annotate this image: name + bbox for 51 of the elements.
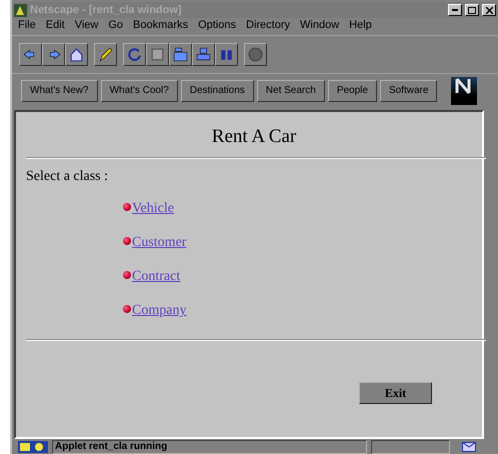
- bullet-icon: [123, 305, 131, 313]
- stop-icon: [247, 46, 264, 63]
- menu-item[interactable]: Directory: [246, 19, 290, 31]
- print-button[interactable]: [192, 43, 215, 66]
- menu-item[interactable]: View: [74, 19, 98, 31]
- prompt-text: Select a class :: [26, 169, 110, 185]
- menu-item[interactable]: Help: [349, 19, 372, 31]
- page-heading: Rent A Car: [210, 125, 298, 149]
- maximize-button[interactable]: [465, 4, 479, 16]
- directory-button[interactable]: What's New?: [21, 80, 98, 102]
- forward-button[interactable]: [42, 43, 65, 66]
- class-link[interactable]: Contract: [132, 269, 180, 285]
- reload-icon: [126, 46, 143, 63]
- edit-button[interactable]: [94, 43, 117, 66]
- back-button[interactable]: [19, 43, 42, 66]
- pencil-icon: [97, 46, 114, 63]
- directory-button[interactable]: Destinations: [180, 80, 254, 102]
- minimize-button[interactable]: [448, 4, 462, 16]
- reload-button[interactable]: [123, 43, 146, 66]
- directory-button[interactable]: Net Search: [256, 80, 325, 102]
- mail-icon: [462, 442, 476, 452]
- class-link[interactable]: Vehicle: [132, 201, 174, 217]
- class-link[interactable]: Company: [132, 303, 186, 319]
- security-key-icon: [18, 441, 48, 453]
- house-icon: [68, 46, 85, 63]
- bullet-icon: [123, 271, 131, 279]
- home-button[interactable]: [65, 43, 88, 66]
- close-icon: [486, 6, 492, 14]
- close-button[interactable]: [482, 4, 496, 16]
- minimize-icon: [452, 9, 458, 11]
- menu-item[interactable]: File: [18, 19, 36, 31]
- bullet-icon: [123, 203, 131, 211]
- bullet-icon: [123, 237, 131, 245]
- find-button[interactable]: [215, 43, 238, 66]
- maximize-icon: [468, 6, 476, 14]
- menu-item[interactable]: Go: [108, 19, 124, 31]
- menu-item[interactable]: Window: [300, 19, 340, 31]
- directory-button[interactable]: People: [328, 80, 377, 102]
- menu-item[interactable]: Bookmarks: [133, 19, 188, 31]
- app-icon: [14, 4, 27, 16]
- directory-button[interactable]: Software: [380, 80, 438, 102]
- menu-item[interactable]: Edit: [46, 19, 65, 31]
- stop-button[interactable]: [244, 43, 267, 66]
- printer-icon: [195, 46, 212, 63]
- menu-item[interactable]: Options: [198, 19, 236, 31]
- class-link[interactable]: Customer: [132, 235, 186, 251]
- directory-button[interactable]: What's Cool?: [100, 80, 178, 102]
- status-message: Applet rent_cla running: [52, 440, 367, 454]
- exit-button[interactable]: Exit: [359, 382, 432, 404]
- images-button[interactable]: [146, 43, 169, 66]
- open-button[interactable]: [169, 43, 192, 66]
